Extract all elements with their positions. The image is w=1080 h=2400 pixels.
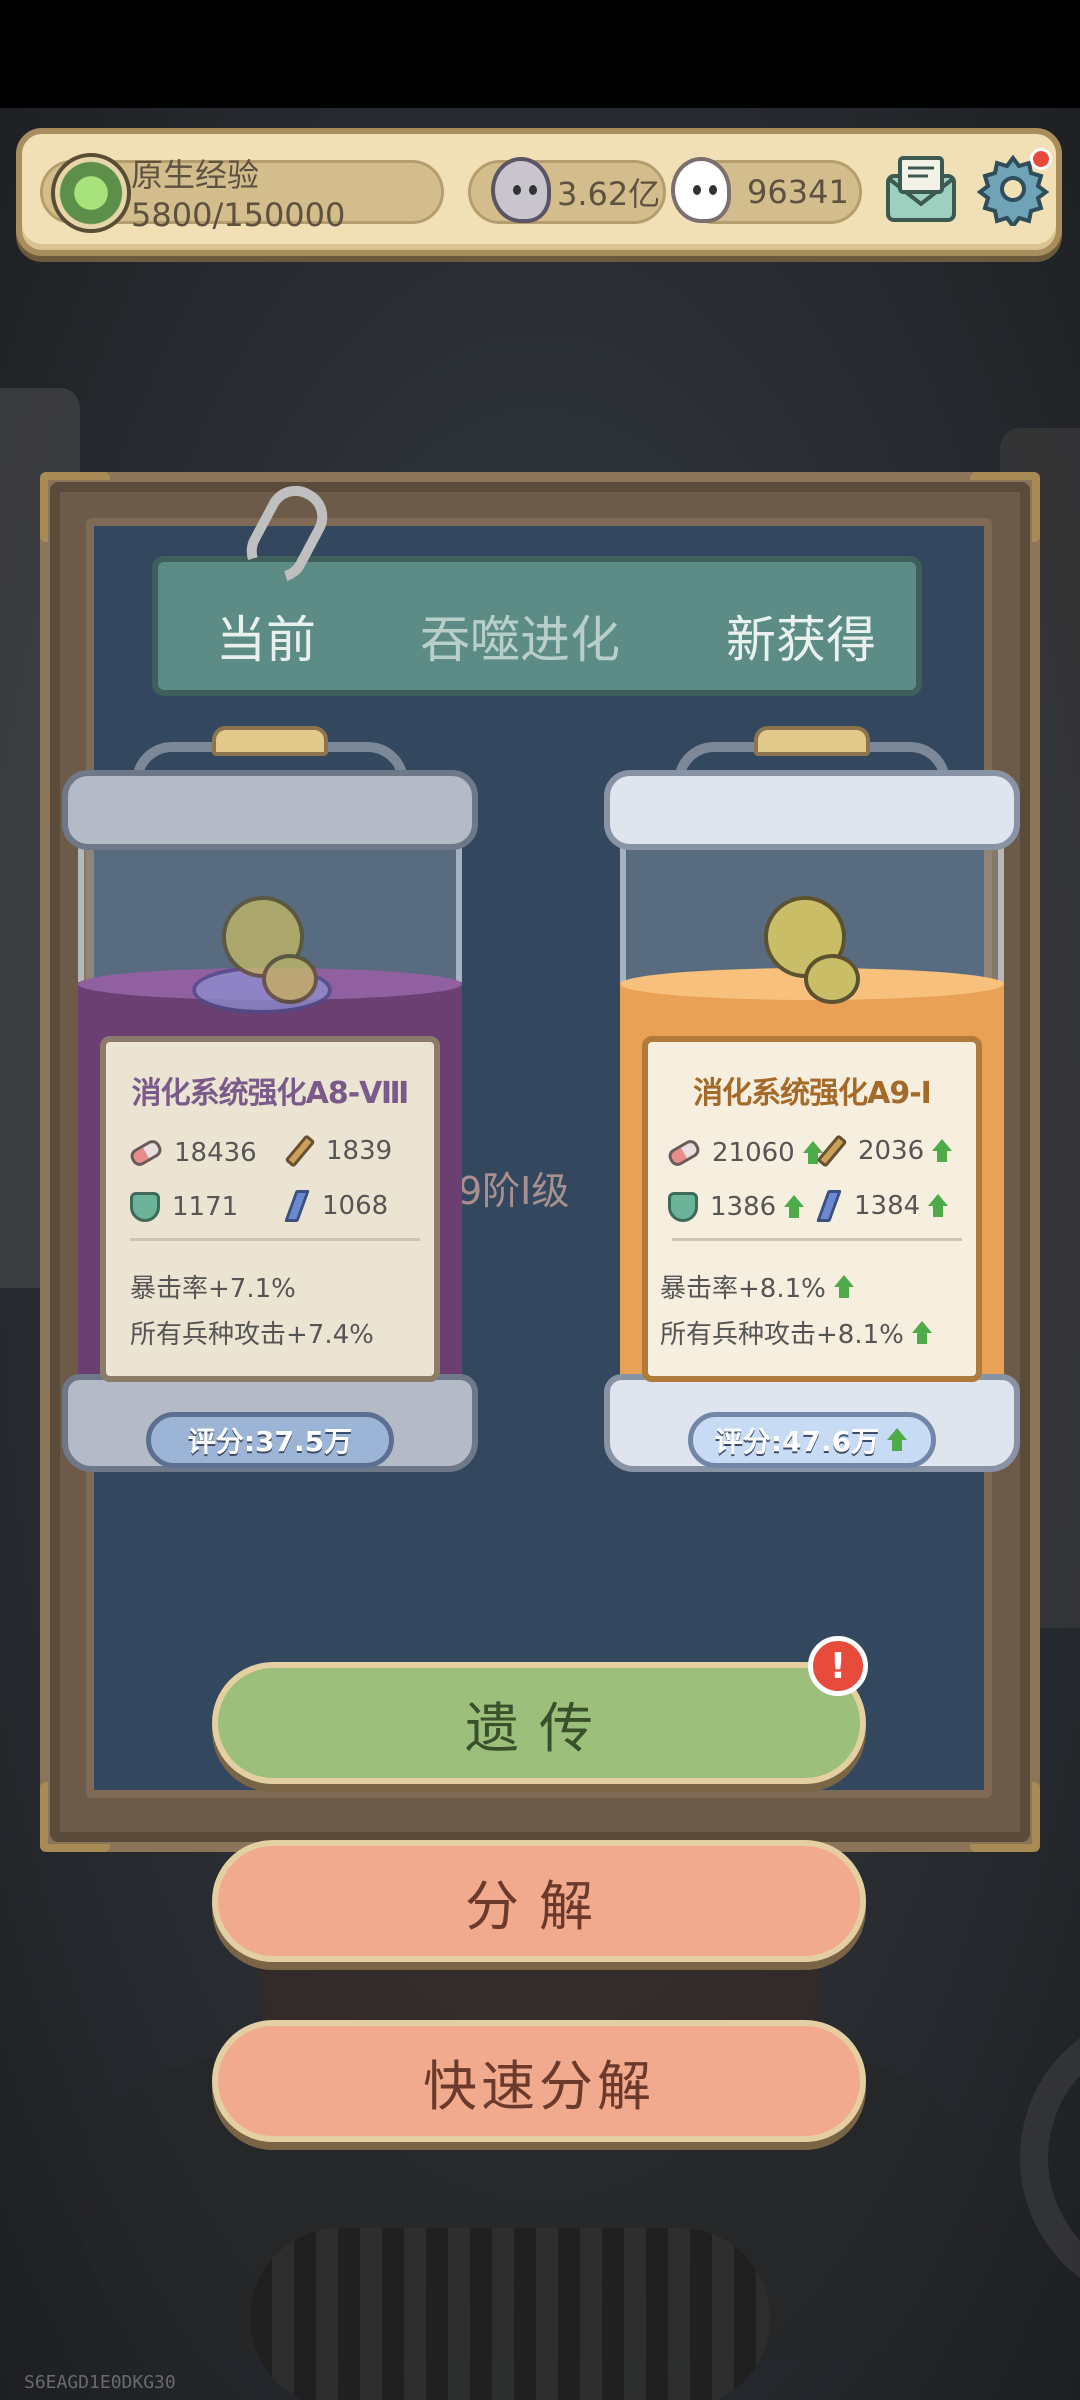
gem-pill: 96341 [671, 157, 862, 224]
tab-evolve[interactable]: 吞噬进化 [420, 600, 620, 672]
bonus-line: 暴击率+7.1% [130, 1274, 296, 1304]
up-arrow-icon [926, 1194, 950, 1218]
stat-attack-value: 1839 [326, 1136, 393, 1166]
inherit-button[interactable]: 遗传 [212, 1662, 866, 1784]
up-arrow-icon [782, 1195, 806, 1219]
stat-hp: 18436 [127, 1137, 257, 1169]
stat-speed: 1384 [816, 1190, 950, 1222]
shield-icon [130, 1192, 160, 1222]
stat-speed-value: 1384 [854, 1191, 921, 1221]
ghost-coin-icon [491, 157, 551, 223]
card-divider [672, 1238, 962, 1241]
jar-cap [212, 726, 328, 756]
up-arrow-icon [910, 1320, 934, 1345]
gold-value: 3.62亿 [557, 175, 661, 213]
bonus-line: 所有兵种攻击+8.1% [660, 1314, 934, 1351]
up-arrow-icon [832, 1274, 856, 1299]
stat-hp-value: 21060 [712, 1138, 795, 1168]
stat-attack: 2036 [816, 1134, 954, 1168]
bonus-text: 所有兵种攻击+8.1% [660, 1320, 904, 1350]
resource-bar: 原生经验5800/150000 3.62亿 96341 [16, 128, 1062, 256]
score-badge: 评分:37.5万 [146, 1412, 394, 1468]
up-arrow-icon [885, 1428, 909, 1452]
organ-icon [192, 896, 332, 1016]
frame-corner [40, 1782, 110, 1852]
stat-hp-value: 18436 [174, 1138, 257, 1168]
bonus-line: 暴击率+8.1% [660, 1268, 856, 1305]
pill-icon [127, 1137, 165, 1169]
pill-icon [665, 1137, 703, 1169]
decompose-button[interactable]: 分解 [212, 1840, 866, 1962]
frame-corner [970, 472, 1040, 542]
exp-pill: 原生经验5800/150000 [40, 153, 444, 234]
background-pipe-ring [1020, 2008, 1080, 2308]
ghost-gem-icon [671, 157, 731, 223]
stat-defense: 1386 [668, 1192, 806, 1222]
gem-value: 96341 [747, 173, 849, 211]
quick-decompose-button[interactable]: 快速分解 [212, 2020, 866, 2142]
alert-badge-icon: ! [808, 1636, 868, 1696]
score-badge: 评分:47.6万 [688, 1412, 936, 1468]
sword-icon [284, 1134, 316, 1168]
stat-speed: 1068 [284, 1190, 388, 1222]
background-hose [250, 2228, 770, 2400]
stat-defense: 1171 [130, 1192, 238, 1222]
stat-defense-value: 1386 [710, 1192, 777, 1222]
item-title: 消化系统强化A9-Ⅰ [693, 1076, 932, 1111]
watermark-text: S6EAGD1E0DKG30 [24, 2372, 176, 2393]
item-title: 消化系统强化A8-Ⅷ [131, 1076, 410, 1111]
current-item-card: 消化系统强化A8-Ⅷ 18436 1839 1171 1068 暴击率+7.1%… [100, 1036, 440, 1382]
status-bar [0, 0, 1080, 108]
jar-lid [604, 770, 1020, 850]
exp-label: 原生经验5800/150000 [131, 156, 346, 234]
gold-pill: 3.62亿 [468, 157, 666, 224]
stat-hp: 21060 [665, 1137, 825, 1169]
current-item-jar[interactable]: 消化系统强化A8-Ⅷ 18436 1839 1171 1068 暴击率+7.1%… [62, 720, 478, 1490]
mail-icon[interactable] [884, 154, 958, 224]
stat-speed-value: 1068 [322, 1191, 389, 1221]
bonus-text: 暴击率+8.1% [660, 1274, 826, 1304]
settings-notification-dot [1030, 148, 1052, 170]
up-arrow-icon [930, 1139, 954, 1163]
bonus-line: 所有兵种攻击+7.4% [130, 1320, 374, 1350]
tab-new[interactable]: 新获得 [726, 600, 876, 672]
lightning-icon [816, 1190, 842, 1222]
organ-icon [734, 896, 874, 1016]
new-item-jar[interactable]: 消化系统强化A9-Ⅰ 21060 2036 1386 1384 暴击率+8.1% [604, 720, 1020, 1490]
frame-corner [970, 1782, 1040, 1852]
new-item-card: 消化系统强化A9-Ⅰ 21060 2036 1386 1384 暴击率+8.1% [642, 1036, 982, 1382]
stat-attack: 1839 [284, 1134, 392, 1168]
stat-defense-value: 1171 [172, 1192, 239, 1222]
shield-icon [668, 1192, 698, 1222]
jar-lid [62, 770, 478, 850]
frame-corner [40, 472, 110, 542]
tab-current[interactable]: 当前 [216, 600, 316, 672]
lightning-icon [284, 1190, 310, 1222]
score-text: 评分:47.6万 [714, 1425, 880, 1458]
jar-cap [754, 726, 870, 756]
stat-attack-value: 2036 [858, 1136, 925, 1166]
sword-icon [816, 1134, 848, 1168]
card-divider [130, 1238, 420, 1241]
exp-icon [51, 153, 131, 233]
